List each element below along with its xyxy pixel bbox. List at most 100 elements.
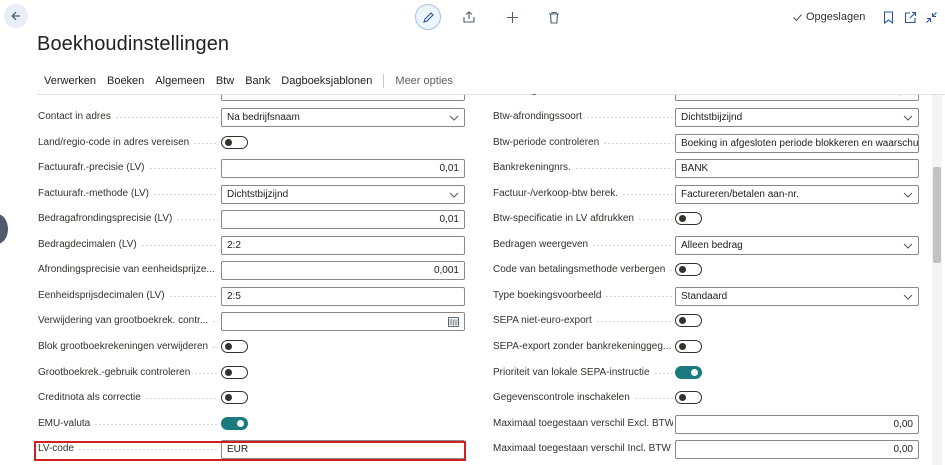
dropdown-button[interactable] (902, 112, 914, 124)
field-label-creditnota-als-correctie: Creditnota als correctie (38, 388, 218, 408)
scrollbar-thumb[interactable] (933, 167, 941, 263)
toggle-grootboekrek-gebruik-controleren[interactable] (221, 366, 248, 379)
field-label-text: Bedragdecimalen (LV) (38, 239, 137, 250)
field-label-bedragen-weergeven: Bedragen weergeven (493, 235, 673, 255)
delete-button[interactable] (546, 9, 562, 25)
menu-item-verwerken[interactable]: Verwerken (44, 75, 96, 87)
input-type-boekingsvoorbeeld[interactable]: Standaard (675, 287, 919, 306)
field-label-leader (605, 295, 673, 297)
bookmark-icon (883, 10, 893, 24)
field-label-leader (592, 244, 673, 246)
field-label-contact-in-adres: Contact in adres (38, 107, 218, 127)
open-new-window-button[interactable] (903, 10, 917, 24)
input-max-toegestaan-btw-verschil[interactable]: 0,00 (675, 86, 919, 101)
menu-item-dagboeksjablonen[interactable]: Dagboeksjablonen (281, 75, 372, 87)
field-label-bedragafrondingsprecisie-lv: Bedragafrondingsprecisie (LV) (38, 209, 218, 229)
field-label-code-van-betalingsmethode-verbergen: Code van betalingsmethode verbergen (493, 260, 673, 280)
field-label-text: SEPA niet-euro-export (493, 315, 592, 326)
input-value: Factureren/betalen aan-nr. (681, 189, 799, 200)
field-label-leader (193, 142, 218, 144)
input-value: 2:5 (227, 291, 241, 302)
field-label-leader (144, 397, 218, 399)
input-value: Boeking in afgesloten periode blokkeren … (681, 138, 919, 149)
input-bedragen-weergeven[interactable]: Alleen bedrag (675, 236, 919, 255)
chevron-down-icon (903, 115, 913, 121)
field-label-text: Prioriteit van lokale SEPA-instructie (493, 367, 650, 378)
input-value: Standaard (681, 291, 728, 302)
field-label-text: Code van betalingsmethode verbergen (493, 264, 666, 275)
field-label-emu-valuta: EMU-valuta (38, 414, 218, 434)
toggle-code-van-betalingsmethode-verbergen[interactable] (675, 263, 702, 276)
field-label-text: Gegevenscontrole inschakelen (493, 392, 630, 403)
input-factuurafr-methode-lv[interactable]: Dichtstbijzijnd (221, 185, 465, 204)
menu-item-algemeen[interactable]: Algemeen (155, 75, 205, 87)
menu-item-boeken[interactable]: Boeken (107, 75, 144, 87)
more-options-button[interactable]: Meer opties (395, 75, 452, 87)
input-bankrekeningnrs[interactable]: BANK (675, 159, 919, 178)
toggle-sepa-niet-euro-export[interactable] (675, 314, 702, 327)
field-label-maximaal-toegestaan-verschil-incl-btw: Maximaal toegestaan verschil Incl. BTW (493, 439, 673, 459)
input-contact-in-adres[interactable]: Na bedrijfsnaam (221, 108, 465, 127)
input-bedragafrondingsprecisie-lv[interactable]: 0,01 (221, 210, 465, 229)
field-label-leader (212, 346, 218, 348)
field-label-afrondingsprecisie-van-eenheidsprijze: Afrondingsprecisie van eenheidsprijze... (38, 260, 218, 280)
field-label-leader (585, 116, 673, 118)
dropdown-button[interactable] (902, 240, 914, 252)
menu-item-bank[interactable]: Bank (245, 75, 270, 87)
menu-item-btw[interactable]: Btw (216, 75, 234, 87)
input-value: 0,00 (893, 86, 913, 97)
field-label-leader (114, 116, 218, 118)
toggle-emu-valuta[interactable] (221, 417, 248, 430)
field-label-bedragdecimalen-lv: Bedragdecimalen (LV) (38, 235, 218, 255)
field-label-verwijdering-van-grootboekrek-contr: Verwijdering van grootboekrek. contr... (38, 311, 218, 331)
field-label-factuurafr-methode-lv: Factuurafr.-methode (LV) (38, 184, 218, 204)
share-button[interactable] (461, 9, 477, 25)
toggle-gegevenscontrole-inschakelen[interactable] (675, 391, 702, 404)
side-panel-handle[interactable] (0, 214, 8, 244)
bookmark-button[interactable] (881, 10, 895, 24)
saved-status: Opgeslagen (792, 11, 865, 23)
toggle-btw-specificatie-in-lv-afdrukken[interactable] (675, 212, 702, 225)
field-label-bankrekeningnrs: Bankrekeningnrs. (493, 158, 673, 178)
chevron-down-icon (903, 192, 913, 198)
input-maximaal-toegestaan-verschil-excl-btw[interactable]: 0,00 (675, 415, 919, 434)
input-value: BANK (681, 163, 709, 174)
dropdown-button[interactable] (448, 112, 460, 124)
input-btw-afrondingssoort[interactable]: Dichtstbijzijnd (675, 108, 919, 127)
input-factuur-verkoop-btw-berek[interactable]: Factureren/betalen aan-nr. (675, 185, 919, 204)
field-label-grootboekrek-gebruik-controleren: Grootboekrek.-gebruik controleren (38, 363, 218, 383)
input-eenheidsprijsdecimalen-lv[interactable]: 2:5 (221, 287, 465, 306)
new-button[interactable] (504, 9, 520, 25)
field-label-text: Land/regio-code in adres vereisen (38, 137, 190, 148)
toggle-prioriteit-van-lokale-sepa-instructie[interactable] (675, 366, 702, 379)
input-value: 0,01 (439, 163, 459, 174)
toggle-creditnota-als-correctie[interactable] (221, 391, 248, 404)
collapse-icon (925, 11, 937, 23)
input-bedragdecimalen-lv[interactable]: 2:2 (221, 236, 465, 255)
toggle-blok-grootboekrekeningen-verwijderen[interactable] (221, 340, 248, 353)
field-label-leader (140, 244, 218, 246)
field-label-sepa-niet-euro-export: SEPA niet-euro-export (493, 311, 673, 331)
input-factuurafr-precisie-lv[interactable]: 0,01 (221, 159, 465, 178)
field-label-leader (94, 423, 218, 425)
input-afrondingsprecisie-van-eenheidsprijze[interactable]: 0,001 (221, 261, 465, 280)
input-verwijdering-van-grootboekrek-contr[interactable] (221, 312, 465, 331)
toggle-sepa-export-zonder-bankrekeninggeg[interactable] (675, 340, 702, 353)
field-label-text: Bedragen weergeven (493, 239, 589, 250)
scrollbar-track[interactable] (932, 95, 942, 465)
input-maximaal-toegestaan-verschil-incl-btw[interactable]: 0,00 (675, 440, 919, 459)
field-label-text: Bankrekeningnrs. (493, 162, 571, 173)
back-button[interactable] (4, 4, 28, 28)
field-label-btw-periode-controleren: Btw-periode controleren (493, 133, 673, 153)
dropdown-button[interactable] (902, 189, 914, 201)
dropdown-button[interactable] (902, 291, 914, 303)
collapse-button[interactable] (924, 10, 938, 24)
input-value: Dichtstbijzijnd (227, 189, 289, 200)
field-label-leader (212, 320, 218, 322)
field-label-leader (152, 193, 218, 195)
toggle-land-regio-code-in-adres-vereisen[interactable] (221, 136, 248, 149)
dropdown-button[interactable] (448, 189, 460, 201)
calendar-button[interactable] (448, 316, 459, 330)
input-btw-periode-controleren[interactable]: Boeking in afgesloten periode blokkeren … (675, 134, 919, 153)
edit-button[interactable] (415, 4, 441, 30)
